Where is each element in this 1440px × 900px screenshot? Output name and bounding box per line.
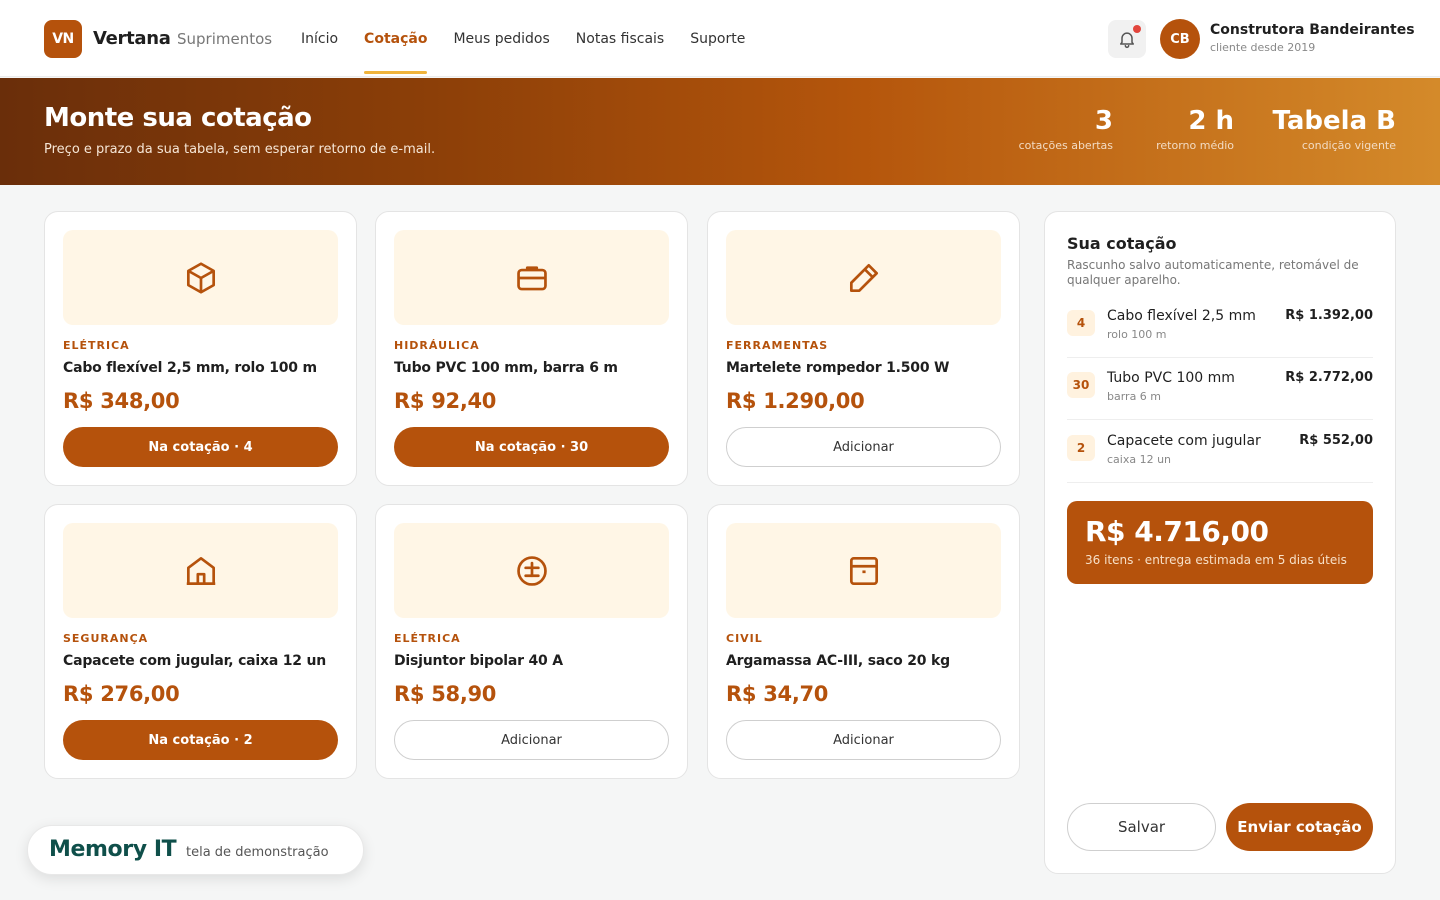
product-card: HIDRÁULICA Tubo PVC 100 mm, barra 6 m R$… xyxy=(375,211,688,486)
product-image xyxy=(394,523,669,618)
product-name: Capacete com jugular, caixa 12 un xyxy=(63,653,327,669)
quote-item[interactable]: 30 Tubo PVC 100 mm barra 6 m R$ 2.772,00 xyxy=(1067,358,1373,420)
quote-item[interactable]: 2 Capacete com jugular caixa 12 un R$ 55… xyxy=(1067,421,1373,483)
page-title: Monte sua cotação xyxy=(44,103,312,133)
quote-item[interactable]: 4 Cabo flexível 2,5 mm rolo 100 m R$ 1.3… xyxy=(1067,296,1373,358)
nav-item-suporte[interactable]: Suporte xyxy=(690,0,745,77)
quote-item-detail: barra 6 m xyxy=(1107,390,1162,403)
nav-item-inicio[interactable]: Início xyxy=(301,0,338,77)
user-name[interactable]: Construtora Bandeirantes xyxy=(1210,22,1415,38)
stat-label: cotações abertas xyxy=(1018,139,1113,152)
stat-label: retorno médio xyxy=(1156,139,1234,152)
stat-value: 2 h xyxy=(1188,106,1234,136)
box-icon xyxy=(186,261,215,294)
pencil-icon xyxy=(849,263,878,292)
nav-item-notas-fiscais[interactable]: Notas fiscais xyxy=(576,0,664,77)
product-name: Argamassa AC-III, saco 20 kg xyxy=(726,653,950,669)
product-price: R$ 348,00 xyxy=(63,389,180,413)
product-category: ELÉTRICA xyxy=(63,339,130,352)
product-price: R$ 1.290,00 xyxy=(726,389,865,413)
add-button[interactable]: Adicionar xyxy=(726,720,1001,760)
quote-item-name: Capacete com jugular xyxy=(1107,433,1261,449)
quote-item-qty: 4 xyxy=(1067,310,1095,336)
product-price: R$ 276,00 xyxy=(63,682,180,706)
house-icon xyxy=(186,556,215,585)
quote-item-qty: 2 xyxy=(1067,435,1095,461)
product-card: ELÉTRICA Cabo flexível 2,5 mm, rolo 100 … xyxy=(44,211,357,486)
stat-current-condition: Tabela B condição vigente xyxy=(1273,106,1397,152)
stat-average-return: 2 h retorno médio xyxy=(1156,106,1234,152)
product-category: FERRAMENTAS xyxy=(726,339,829,352)
quote-title: Sua cotação xyxy=(1067,234,1177,253)
product-image xyxy=(394,230,669,325)
product-price: R$ 92,40 xyxy=(394,389,497,413)
hero-banner: Monte sua cotação Preço e prazo da sua t… xyxy=(0,78,1440,185)
quote-subtitle: Rascunho salvo automaticamente, retomáve… xyxy=(1067,258,1359,287)
quote-item-detail: caixa 12 un xyxy=(1107,453,1172,466)
quote-item-name: Tubo PVC 100 mm xyxy=(1107,370,1235,386)
product-card: SEGURANÇA Capacete com jugular, caixa 12… xyxy=(44,504,357,779)
product-category: HIDRÁULICA xyxy=(394,339,480,352)
notifications-button[interactable] xyxy=(1108,20,1146,58)
stat-label: condição vigente xyxy=(1301,139,1396,152)
product-name: Tubo PVC 100 mm, barra 6 m xyxy=(394,360,618,376)
user-avatar[interactable]: CB xyxy=(1160,19,1200,59)
product-image xyxy=(63,523,338,618)
product-category: SEGURANÇA xyxy=(63,632,149,645)
product-price: R$ 58,90 xyxy=(394,682,497,706)
product-name: Disjuntor bipolar 40 A xyxy=(394,653,563,669)
quote-total-box: R$ 4.716,00 36 itens · entrega estimada … xyxy=(1067,501,1373,584)
in-quote-button[interactable]: Na cotação · 4 xyxy=(63,427,338,467)
quote-item-price: R$ 2.772,00 xyxy=(1285,370,1373,385)
product-category: CIVIL xyxy=(726,632,763,645)
brand-subtitle: Suprimentos xyxy=(177,30,273,48)
save-button[interactable]: Salvar xyxy=(1067,803,1216,851)
stat-value: Tabela B xyxy=(1272,106,1397,136)
product-card: FERRAMENTAS Martelete rompedor 1.500 W R… xyxy=(707,211,1020,486)
quote-item-qty: 30 xyxy=(1067,372,1095,398)
product-price: R$ 34,70 xyxy=(726,682,829,706)
product-name: Martelete rompedor 1.500 W xyxy=(726,360,950,376)
product-image xyxy=(63,230,338,325)
notification-dot xyxy=(1133,25,1141,33)
in-quote-button[interactable]: Na cotação · 30 xyxy=(394,427,669,467)
quote-item-name: Cabo flexível 2,5 mm xyxy=(1107,308,1256,324)
top-navigation-bar: VN Vertana Suprimentos Início Cotação Me… xyxy=(0,0,1440,77)
user-since: cliente desde 2019 xyxy=(1210,41,1316,54)
product-card: CIVIL Argamassa AC-III, saco 20 kg R$ 34… xyxy=(707,504,1020,779)
main-nav: Início Cotação Meus pedidos Notas fiscai… xyxy=(301,0,771,77)
watermark-subtitle: tela de demonstração xyxy=(186,845,329,860)
page-subtitle: Preço e prazo da sua tabela, sem esperar… xyxy=(44,142,436,157)
product-card: ELÉTRICA Disjuntor bipolar 40 A R$ 58,90… xyxy=(375,504,688,779)
quote-total-value: R$ 4.716,00 xyxy=(1085,515,1269,548)
stat-open-quotes: 3 cotações abertas xyxy=(1019,106,1113,152)
product-image xyxy=(726,523,1001,618)
add-button[interactable]: Adicionar xyxy=(726,427,1001,467)
product-category: ELÉTRICA xyxy=(394,632,461,645)
nav-item-cotacao[interactable]: Cotação xyxy=(364,0,428,77)
send-quote-button[interactable]: Enviar cotação xyxy=(1226,803,1373,851)
brand-name: Vertana xyxy=(93,28,171,49)
briefcase-icon xyxy=(516,265,547,290)
archive-box-icon xyxy=(849,556,878,585)
quote-item-price: R$ 1.392,00 xyxy=(1285,308,1373,323)
product-name: Cabo flexível 2,5 mm, rolo 100 m xyxy=(63,360,317,376)
brand-logo[interactable]: VN xyxy=(44,20,82,58)
nav-item-meus-pedidos[interactable]: Meus pedidos xyxy=(453,0,549,77)
demo-watermark-badge: Memory IT tela de demonstração xyxy=(27,825,364,875)
product-image xyxy=(726,230,1001,325)
in-quote-button[interactable]: Na cotação · 2 xyxy=(63,720,338,760)
add-button[interactable]: Adicionar xyxy=(394,720,669,760)
circle-plus-minus-icon xyxy=(516,555,547,586)
quote-item-price: R$ 552,00 xyxy=(1299,433,1373,448)
quote-panel: Sua cotação Rascunho salvo automaticamen… xyxy=(1044,211,1396,874)
stat-value: 3 xyxy=(1094,106,1113,136)
watermark-brand: Memory IT xyxy=(49,837,177,862)
quote-total-note: 36 itens · entrega estimada em 5 dias út… xyxy=(1085,553,1347,567)
quote-item-detail: rolo 100 m xyxy=(1107,328,1167,341)
